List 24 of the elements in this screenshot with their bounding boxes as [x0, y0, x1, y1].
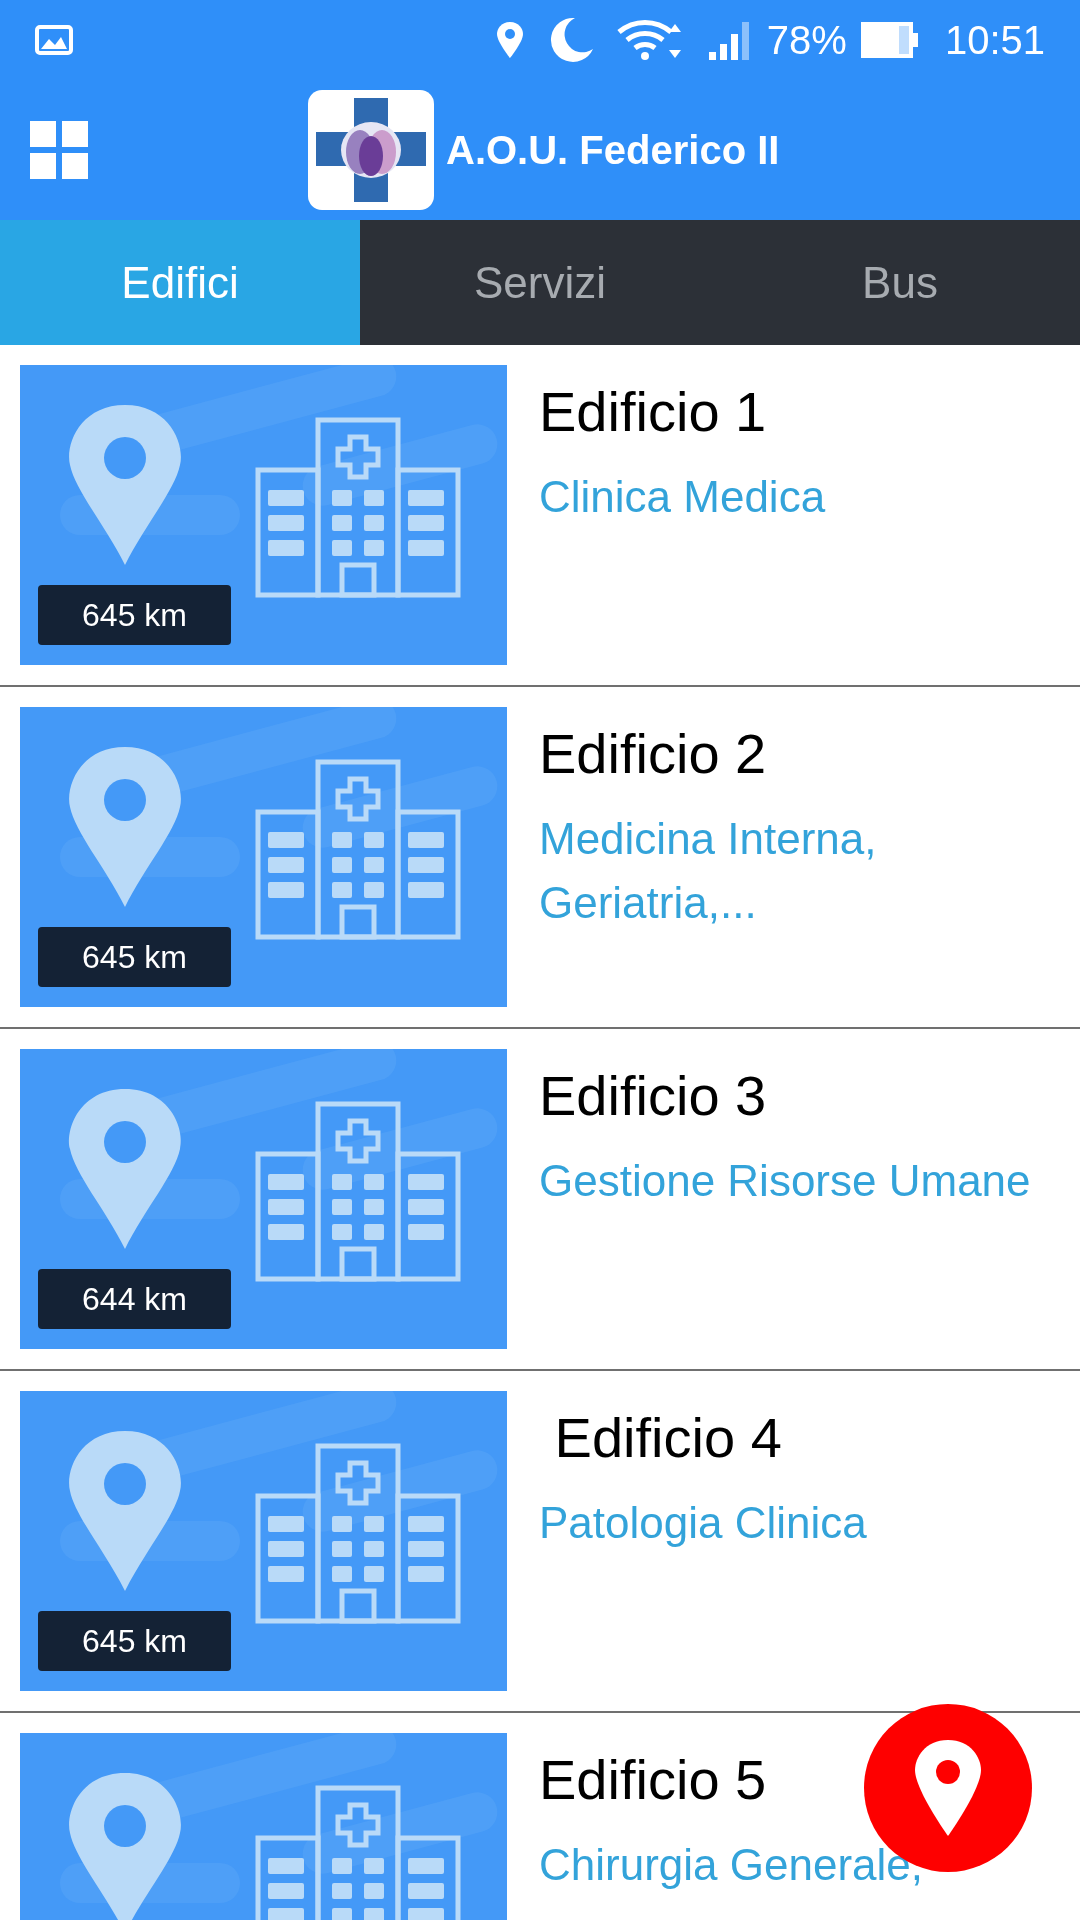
- grid-menu-icon[interactable]: [30, 121, 88, 179]
- department-list: Patologia Clinica: [539, 1491, 867, 1555]
- app-title: A.O.U. Federico II: [446, 127, 780, 174]
- distance-label: 645 km: [38, 927, 231, 987]
- building-name: Edificio 2: [539, 721, 768, 787]
- department-list: Gestione Risorse Umane: [539, 1149, 1031, 1213]
- image-icon: [35, 25, 73, 55]
- distance-label: 645 km: [38, 1611, 231, 1671]
- wifi-icon: [616, 18, 683, 62]
- building-name: Edificio 3: [539, 1063, 768, 1129]
- building-name: Edificio 5: [539, 1747, 768, 1813]
- location-icon: [913, 1738, 983, 1838]
- department-list: Chirurgia Generale,: [539, 1833, 923, 1897]
- logo-icon: [308, 90, 434, 210]
- distance-label: 645 km: [38, 585, 231, 645]
- battery-icon: [860, 22, 919, 58]
- battery-percentage: 78%: [766, 17, 847, 64]
- building-name: Edificio 4: [553, 1405, 783, 1471]
- clock-time: 10:51: [944, 17, 1045, 64]
- location-icon: [494, 20, 525, 60]
- distance-label: 644 km: [38, 1269, 231, 1329]
- department-list: Medicina Interna, Geriatria,...: [539, 807, 1060, 935]
- building-name: Edificio 1: [539, 379, 768, 445]
- department-list: Clinica Medica: [539, 465, 826, 529]
